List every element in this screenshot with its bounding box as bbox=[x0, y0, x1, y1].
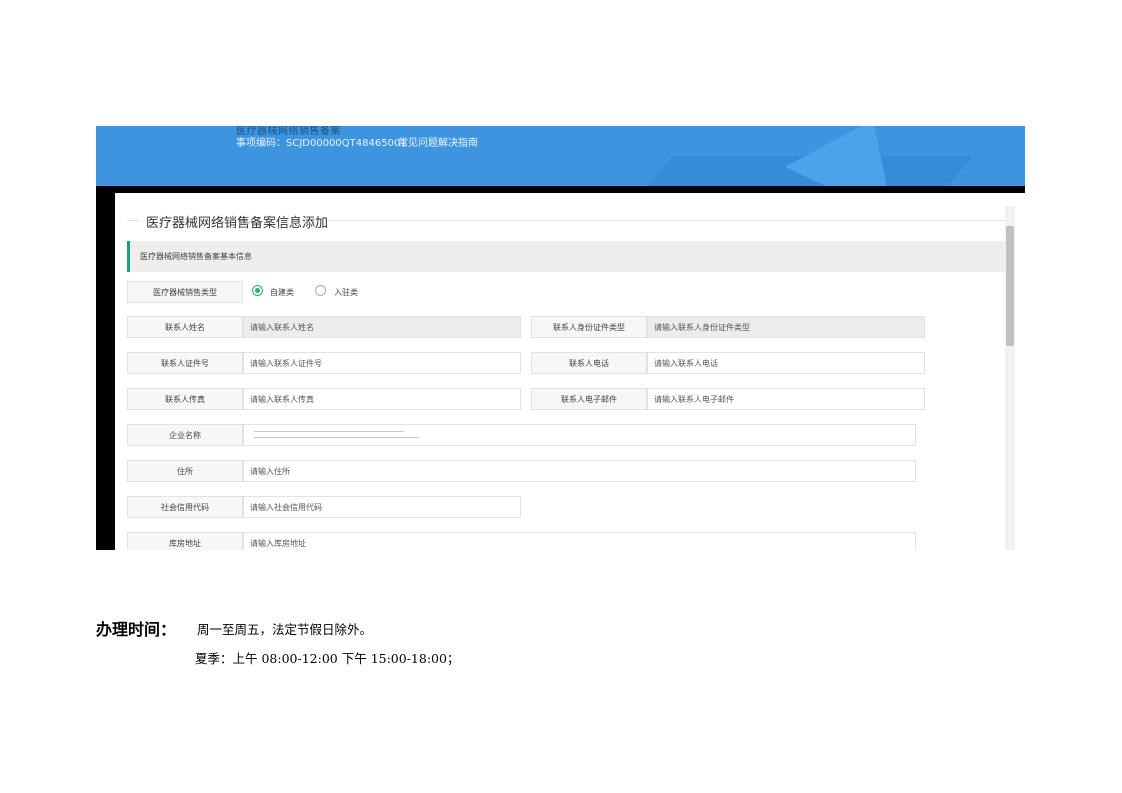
credit-code-label: 社会信用代码 bbox=[127, 496, 243, 518]
summer-hours: 夏季：上午 08:00-12:00 下午 15:00-18:00； bbox=[195, 651, 460, 666]
divider-bar bbox=[96, 186, 1025, 193]
form-subheader: 医疗器械网络销售备案基本信息 bbox=[127, 241, 1007, 272]
contact-id-no-input[interactable]: 请输入联系人证件号 bbox=[243, 352, 521, 374]
subheader-label: 医疗器械网络销售备案基本信息 bbox=[140, 252, 252, 261]
radio-settled-label: 入驻类 bbox=[334, 288, 358, 297]
faq-guide-link[interactable]: 常见问题解决指南 bbox=[398, 134, 478, 149]
subheader-accent bbox=[127, 241, 130, 272]
sales-type-label: 医疗器械销售类型 bbox=[127, 281, 243, 303]
left-edge bbox=[96, 193, 115, 550]
company-name-label: 企业名称 bbox=[127, 424, 243, 446]
contact-email-input[interactable]: 请输入联系人电子邮件 bbox=[647, 388, 925, 410]
contact-phone-input[interactable]: 请输入联系人电话 bbox=[647, 352, 925, 374]
warehouse-input[interactable]: 请输入库房地址 bbox=[243, 532, 916, 550]
contact-phone-label: 联系人电话 bbox=[531, 352, 647, 374]
contact-id-type-label: 联系人身份证件类型 bbox=[531, 316, 647, 338]
section-divider bbox=[328, 220, 1008, 221]
section-title: 医疗器械网络销售备案信息添加 bbox=[146, 216, 329, 231]
contact-name-label: 联系人姓名 bbox=[127, 316, 243, 338]
radio-self-built[interactable] bbox=[252, 285, 263, 296]
radio-self-built-label: 自建类 bbox=[270, 288, 294, 297]
contact-name-input[interactable]: 请输入联系人姓名 bbox=[243, 316, 521, 338]
contact-email-label: 联系人电子邮件 bbox=[531, 388, 647, 410]
service-code: 事项编码：SCJD00000QT48465001 bbox=[236, 138, 407, 149]
form-panel: 医疗器械网络销售备案信息添加 医疗器械网络销售备案基本信息 医疗器械销售类型 自… bbox=[115, 193, 1015, 550]
warehouse-label: 库房地址 bbox=[127, 532, 243, 550]
company-name-input[interactable] bbox=[243, 424, 916, 446]
contact-fax-label: 联系人传真 bbox=[127, 388, 243, 410]
address-label: 住所 bbox=[127, 460, 243, 482]
header-banner: 医疗器械网络销售备案 事项编码：SCJD00000QT48465001 常见问题… bbox=[96, 126, 1025, 186]
scrollbar-thumb[interactable] bbox=[1006, 226, 1014, 346]
contact-id-type-input[interactable]: 请输入联系人身份证件类型 bbox=[647, 316, 925, 338]
contact-fax-input[interactable]: 请输入联系人传真 bbox=[243, 388, 521, 410]
hours-value: 周一至周五，法定节假日除外。 bbox=[197, 622, 373, 637]
address-input[interactable]: 请输入住所 bbox=[243, 460, 916, 482]
redacted-text bbox=[254, 431, 404, 432]
redacted-text bbox=[254, 437, 419, 438]
radio-settled[interactable] bbox=[315, 285, 326, 296]
banner-decoration bbox=[784, 126, 928, 186]
section-divider bbox=[127, 220, 139, 221]
hours-label: 办理时间： bbox=[96, 620, 177, 639]
form-screenshot: 医疗器械网络销售备案 事项编码：SCJD00000QT48465001 常见问题… bbox=[96, 126, 1025, 550]
contact-id-no-label: 联系人证件号 bbox=[127, 352, 243, 374]
credit-code-input[interactable]: 请输入社会信用代码 bbox=[243, 496, 521, 518]
